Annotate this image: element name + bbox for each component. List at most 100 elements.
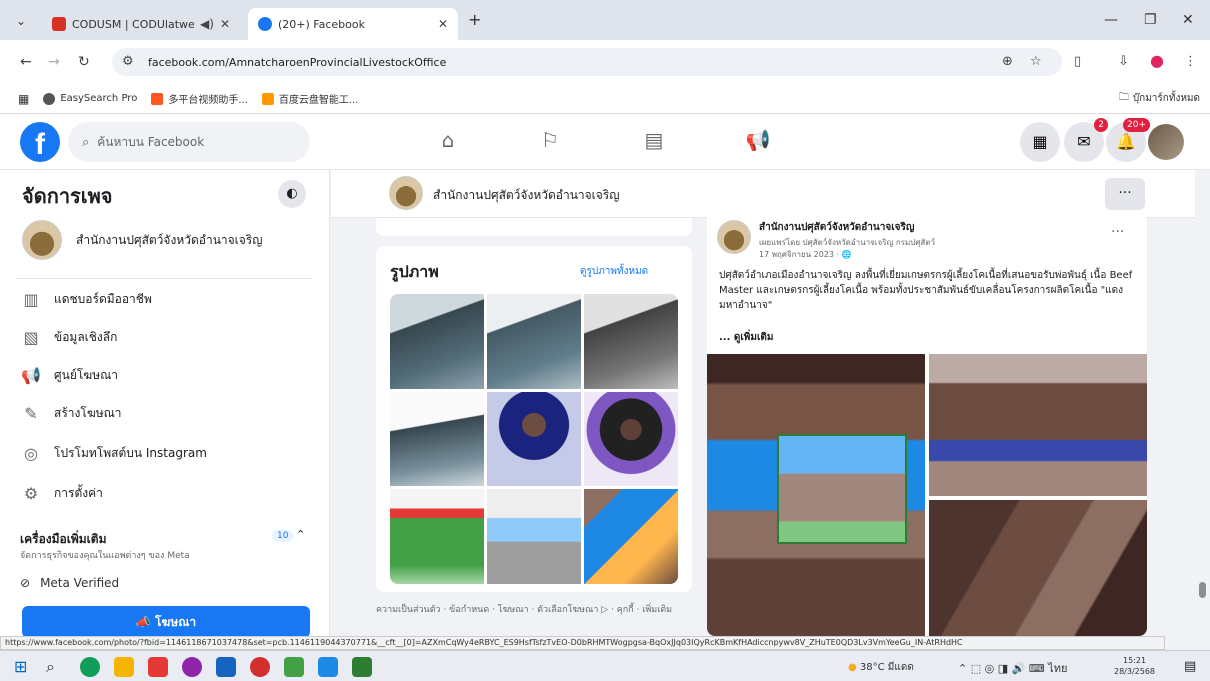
apps-grid-icon[interactable]: ▦: [18, 92, 29, 106]
new-tab-icon[interactable]: +: [468, 10, 481, 29]
word-app-icon[interactable]: [318, 657, 338, 677]
photo-thumbnail[interactable]: [390, 489, 484, 584]
app-icon[interactable]: [216, 657, 236, 677]
bookmark-video-helper[interactable]: 多平台视频助手...: [151, 91, 248, 106]
photo-thumbnail[interactable]: [584, 294, 678, 389]
file-explorer-icon[interactable]: [114, 657, 134, 677]
more-options-button[interactable]: ···: [1105, 178, 1145, 210]
folder-icon: 🗀: [1118, 92, 1129, 103]
photo-thumbnail[interactable]: [487, 489, 581, 584]
switch-profile-icon[interactable]: ◐: [278, 180, 306, 208]
post-photo-farmers[interactable]: [929, 354, 1147, 496]
menu-grid-icon[interactable]: ▦: [1020, 122, 1060, 162]
restore-icon[interactable]: ❐: [1144, 12, 1157, 28]
ad-center-icon[interactable]: ▤: [634, 128, 674, 158]
post-more-icon[interactable]: ···: [1111, 224, 1124, 240]
browser-tab-codusm[interactable]: CODUSM | CODUlatwerku ◀) ✕: [42, 8, 240, 40]
photo-thumbnail[interactable]: [390, 391, 484, 487]
page-profile-link[interactable]: สำนักงานปศุสัตว์จังหวัดอำนาจเจริญ: [22, 220, 262, 260]
back-icon[interactable]: ←: [20, 54, 32, 70]
collapse-icon[interactable]: ⌃: [296, 528, 305, 541]
excel-app-icon[interactable]: [352, 657, 372, 677]
menu-item-ad-center[interactable]: 📢 ศูนย์โฆษณา: [20, 366, 118, 385]
post-photo-cattle[interactable]: [929, 500, 1147, 636]
post-photo-banner[interactable]: [707, 354, 925, 636]
clock[interactable]: 15:21 28/3/2568: [1114, 655, 1155, 677]
footer-links[interactable]: ความเป็นส่วนตัว · ข้อกำหนด · โฆษณา · ตัว…: [376, 604, 692, 616]
divider: [16, 278, 312, 279]
see-more-link[interactable]: ... ดูเพิ่มเติม: [719, 330, 773, 345]
post-text: ปศุสัตว์อำเภอเมืองอำนาจเจริญ ลงพื้นที่เย…: [719, 270, 1133, 311]
bookmark-star-icon[interactable]: ☆: [1030, 54, 1042, 69]
notification-badge: 20+: [1123, 118, 1150, 132]
link-status-url: https://www.facebook.com/photo/?fbid=114…: [0, 636, 1165, 650]
codusm-favicon-icon: [52, 17, 66, 31]
all-bookmarks[interactable]: 🗀 บุ๊กมาร์กทั้งหมด: [1119, 90, 1200, 107]
profile-icon[interactable]: ●: [1150, 51, 1164, 70]
windows-start-icon[interactable]: ⊞: [14, 657, 27, 676]
megaphone-icon[interactable]: 📢: [738, 128, 778, 158]
bookmark-baidu[interactable]: 百度云盘智能工...: [261, 91, 358, 106]
reload-icon[interactable]: ↻: [78, 54, 90, 70]
extensions-icon[interactable]: ▯: [1074, 54, 1081, 69]
translate-icon[interactable]: ⊕: [1002, 54, 1013, 69]
store-icon[interactable]: [148, 657, 168, 677]
menu-item-instagram[interactable]: ◎ โปรโมทโพสต์บน Instagram: [20, 444, 207, 463]
more-tools-subtitle: จัดการธุรกิจของคุณในแอพต่างๆ ของ Meta: [20, 551, 190, 561]
menu-item-settings[interactable]: ⚙ การตั้งค่า: [20, 484, 103, 503]
scrollbar-thumb[interactable]: [1199, 582, 1206, 598]
browser-tab-facebook[interactable]: (20+) Facebook ✕: [248, 8, 458, 40]
post-date[interactable]: 17 พฤศจิกายน 2023 · 🌐: [759, 248, 852, 261]
notifications-icon[interactable]: 🔔 20+: [1106, 118, 1150, 162]
sun-icon: ●: [848, 662, 860, 673]
facebook-logo-icon[interactable]: f: [20, 122, 60, 162]
menu-item-create-ad[interactable]: ✎ สร้างโฆษณา: [20, 404, 121, 423]
weather-widget[interactable]: ● 38°C มีแดด: [848, 660, 914, 675]
menu-item-dashboard[interactable]: ▥ แดชบอร์ดมืออาชีพ: [20, 290, 151, 309]
photo-thumbnail[interactable]: [390, 294, 484, 389]
page-name[interactable]: สำนักงานปศุสัตว์จังหวัดอำนาจเจริญ: [433, 186, 619, 205]
minimize-icon[interactable]: —: [1104, 12, 1118, 28]
meta-verified-item[interactable]: ⊘ Meta Verified: [20, 576, 119, 590]
bookmark-easysearch[interactable]: EasySearch Pro: [43, 92, 137, 105]
speaker-icon[interactable]: ◀): [200, 17, 214, 31]
close-tab-icon[interactable]: ✕: [220, 17, 230, 31]
menu-item-insights[interactable]: ▧ ข้อมูลเชิงลึก: [20, 328, 117, 347]
photo-thumbnail[interactable]: [584, 489, 678, 584]
post-author-avatar[interactable]: [717, 220, 751, 254]
downloads-icon[interactable]: ⇩: [1118, 54, 1129, 69]
line-app-icon[interactable]: [284, 657, 304, 677]
home-icon[interactable]: ⌂: [428, 128, 468, 158]
account-avatar[interactable]: [1148, 124, 1184, 160]
messenger-badge: 2: [1094, 118, 1108, 132]
tab-search-icon[interactable]: ⌄: [16, 14, 26, 28]
chrome-icon[interactable]: [250, 657, 270, 677]
page-avatar[interactable]: [389, 176, 423, 210]
bookmark-favicon-icon: [43, 92, 56, 105]
facebook-search-input[interactable]: ⌕ ค้นหาบน Facebook: [68, 122, 310, 162]
forward-icon[interactable]: →: [48, 54, 60, 70]
url-field[interactable]: facebook.com/AmnatcharoenProvincialLives…: [112, 48, 1062, 76]
close-tab-icon[interactable]: ✕: [438, 17, 448, 31]
facebook-favicon-icon: [258, 17, 272, 31]
photo-thumbnail[interactable]: [487, 391, 581, 487]
photos-card: รูปภาพ ดูรูปภาพทั้งหมด: [376, 246, 692, 592]
see-all-photos-link[interactable]: ดูรูปภาพทั้งหมด: [580, 264, 648, 279]
messenger-icon[interactable]: ✉ 2: [1064, 118, 1108, 162]
edge-browser-icon[interactable]: [80, 657, 100, 677]
megaphone-icon: 📣: [135, 615, 155, 629]
photo-thumbnail[interactable]: [487, 294, 581, 389]
photo-thumbnail[interactable]: [584, 391, 678, 487]
menu-icon[interactable]: ⋮: [1184, 54, 1197, 69]
system-tray[interactable]: ⌃ ⬚ ◎ ◨ 🔊 ⌨ ไทย: [958, 659, 1067, 677]
site-info-icon[interactable]: ⚙: [122, 54, 134, 69]
flag-icon[interactable]: ⚐: [530, 128, 570, 158]
page-scrollbar[interactable]: [1195, 170, 1210, 636]
app-icon[interactable]: [182, 657, 202, 677]
advertise-button[interactable]: 📣 โฆษณา: [22, 606, 310, 636]
notification-center-icon[interactable]: ▤: [1184, 659, 1196, 674]
search-icon[interactable]: ⌕: [46, 657, 55, 677]
insights-icon: ▧: [23, 328, 39, 347]
close-window-icon[interactable]: ✕: [1182, 12, 1194, 28]
post-author-name[interactable]: สำนักงานปศุสัตว์จังหวัดอำนาจเจริญ: [759, 220, 914, 235]
